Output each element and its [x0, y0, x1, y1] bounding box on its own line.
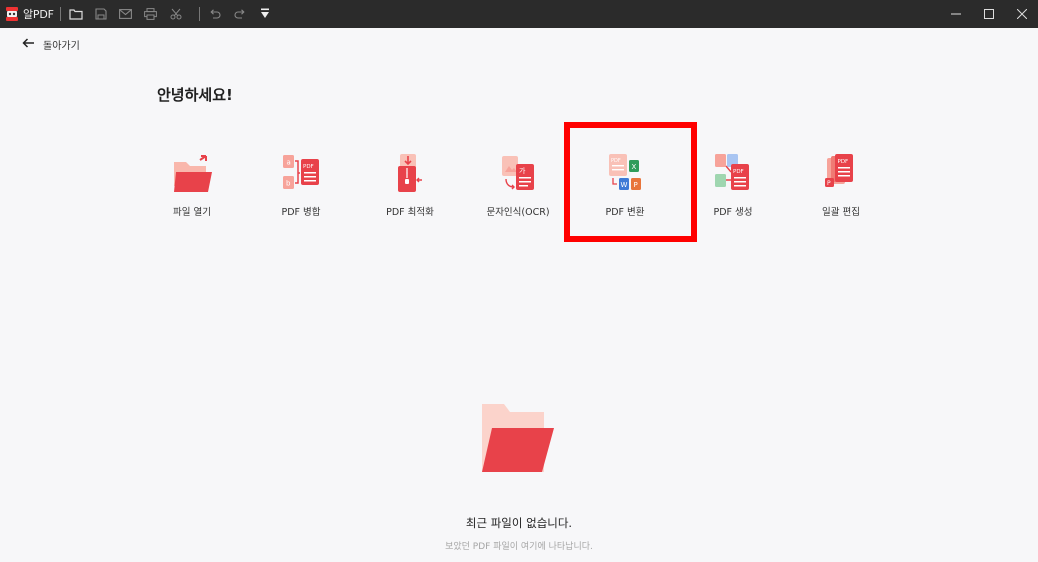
toolbar-divider — [198, 7, 200, 21]
batch-edit-icon: PDF P — [815, 148, 867, 200]
empty-state-title: 최근 파일이 없습니다. — [465, 516, 573, 530]
icon-text: b — [286, 180, 291, 188]
mail-icon[interactable] — [118, 6, 134, 22]
open-folder-icon — [166, 148, 218, 200]
save-icon[interactable] — [93, 6, 109, 22]
tool-ocr[interactable]: 가 문자인식(OCR) — [463, 140, 573, 220]
tool-label: PDF 생성 — [713, 207, 753, 218]
icon-text: PDF — [838, 159, 849, 165]
redo-icon[interactable] — [232, 6, 248, 22]
download-arrow-icon[interactable] — [257, 6, 273, 22]
greeting-heading: 안녕하세요! — [157, 86, 233, 104]
arrow-left-icon — [22, 37, 35, 51]
minimize-icon[interactable] — [939, 0, 972, 28]
back-button[interactable]: 돌아가기 — [22, 35, 80, 53]
ocr-icon: 가 — [492, 148, 544, 200]
close-icon[interactable] — [1005, 0, 1038, 28]
tool-batch[interactable]: PDF P 일괄 편집 — [786, 140, 896, 220]
tool-label: PDF 최적화 — [386, 207, 434, 218]
icon-text: 가 — [519, 166, 526, 175]
tool-optimize[interactable]: PDF 최적화 — [355, 140, 465, 220]
icon-text: PDF — [303, 164, 314, 170]
undo-icon[interactable] — [207, 6, 223, 22]
title-bar: 알PDF — [0, 0, 1038, 28]
maximize-icon[interactable] — [972, 0, 1005, 28]
tool-open-file[interactable]: 파일 열기 — [137, 140, 247, 220]
icon-text: X — [632, 163, 637, 171]
tool-label: PDF 변환 — [605, 207, 645, 218]
convert-pdf-icon: PDF X W P — [599, 148, 651, 200]
icon-text: W — [621, 181, 628, 189]
scissors-icon[interactable] — [168, 6, 184, 22]
print-icon[interactable] — [143, 6, 159, 22]
folder-open-icon[interactable] — [68, 6, 84, 22]
empty-state-subtitle: 보았던 PDF 파일이 여기에 나타납니다. — [445, 542, 593, 552]
icon-text: a — [287, 159, 291, 167]
tool-label: 파일 열기 — [173, 207, 211, 218]
back-label: 돌아가기 — [43, 40, 80, 52]
merge-pdf-icon: a b PDF — [275, 148, 327, 200]
icon-text: P — [827, 180, 831, 187]
compress-pdf-icon — [384, 148, 436, 200]
icon-text: P — [634, 181, 638, 189]
tool-merge[interactable]: a b PDF PDF 병합 — [246, 140, 356, 220]
tool-convert[interactable]: PDF X W P PDF 변환 — [570, 140, 680, 220]
create-pdf-icon: PDF — [707, 148, 759, 200]
empty-folder-icon — [478, 402, 558, 474]
app-logo-icon — [3, 5, 21, 23]
app-name: 알PDF — [23, 8, 54, 21]
tool-label: 일괄 편집 — [822, 207, 860, 218]
window-controls — [939, 0, 1038, 28]
icon-text: PDF — [733, 169, 744, 175]
tool-label: PDF 병합 — [281, 207, 321, 218]
tool-create[interactable]: PDF PDF 생성 — [678, 140, 788, 220]
icon-text: PDF — [611, 158, 621, 164]
toolbar-divider — [59, 7, 61, 21]
tool-label: 문자인식(OCR) — [486, 207, 550, 218]
